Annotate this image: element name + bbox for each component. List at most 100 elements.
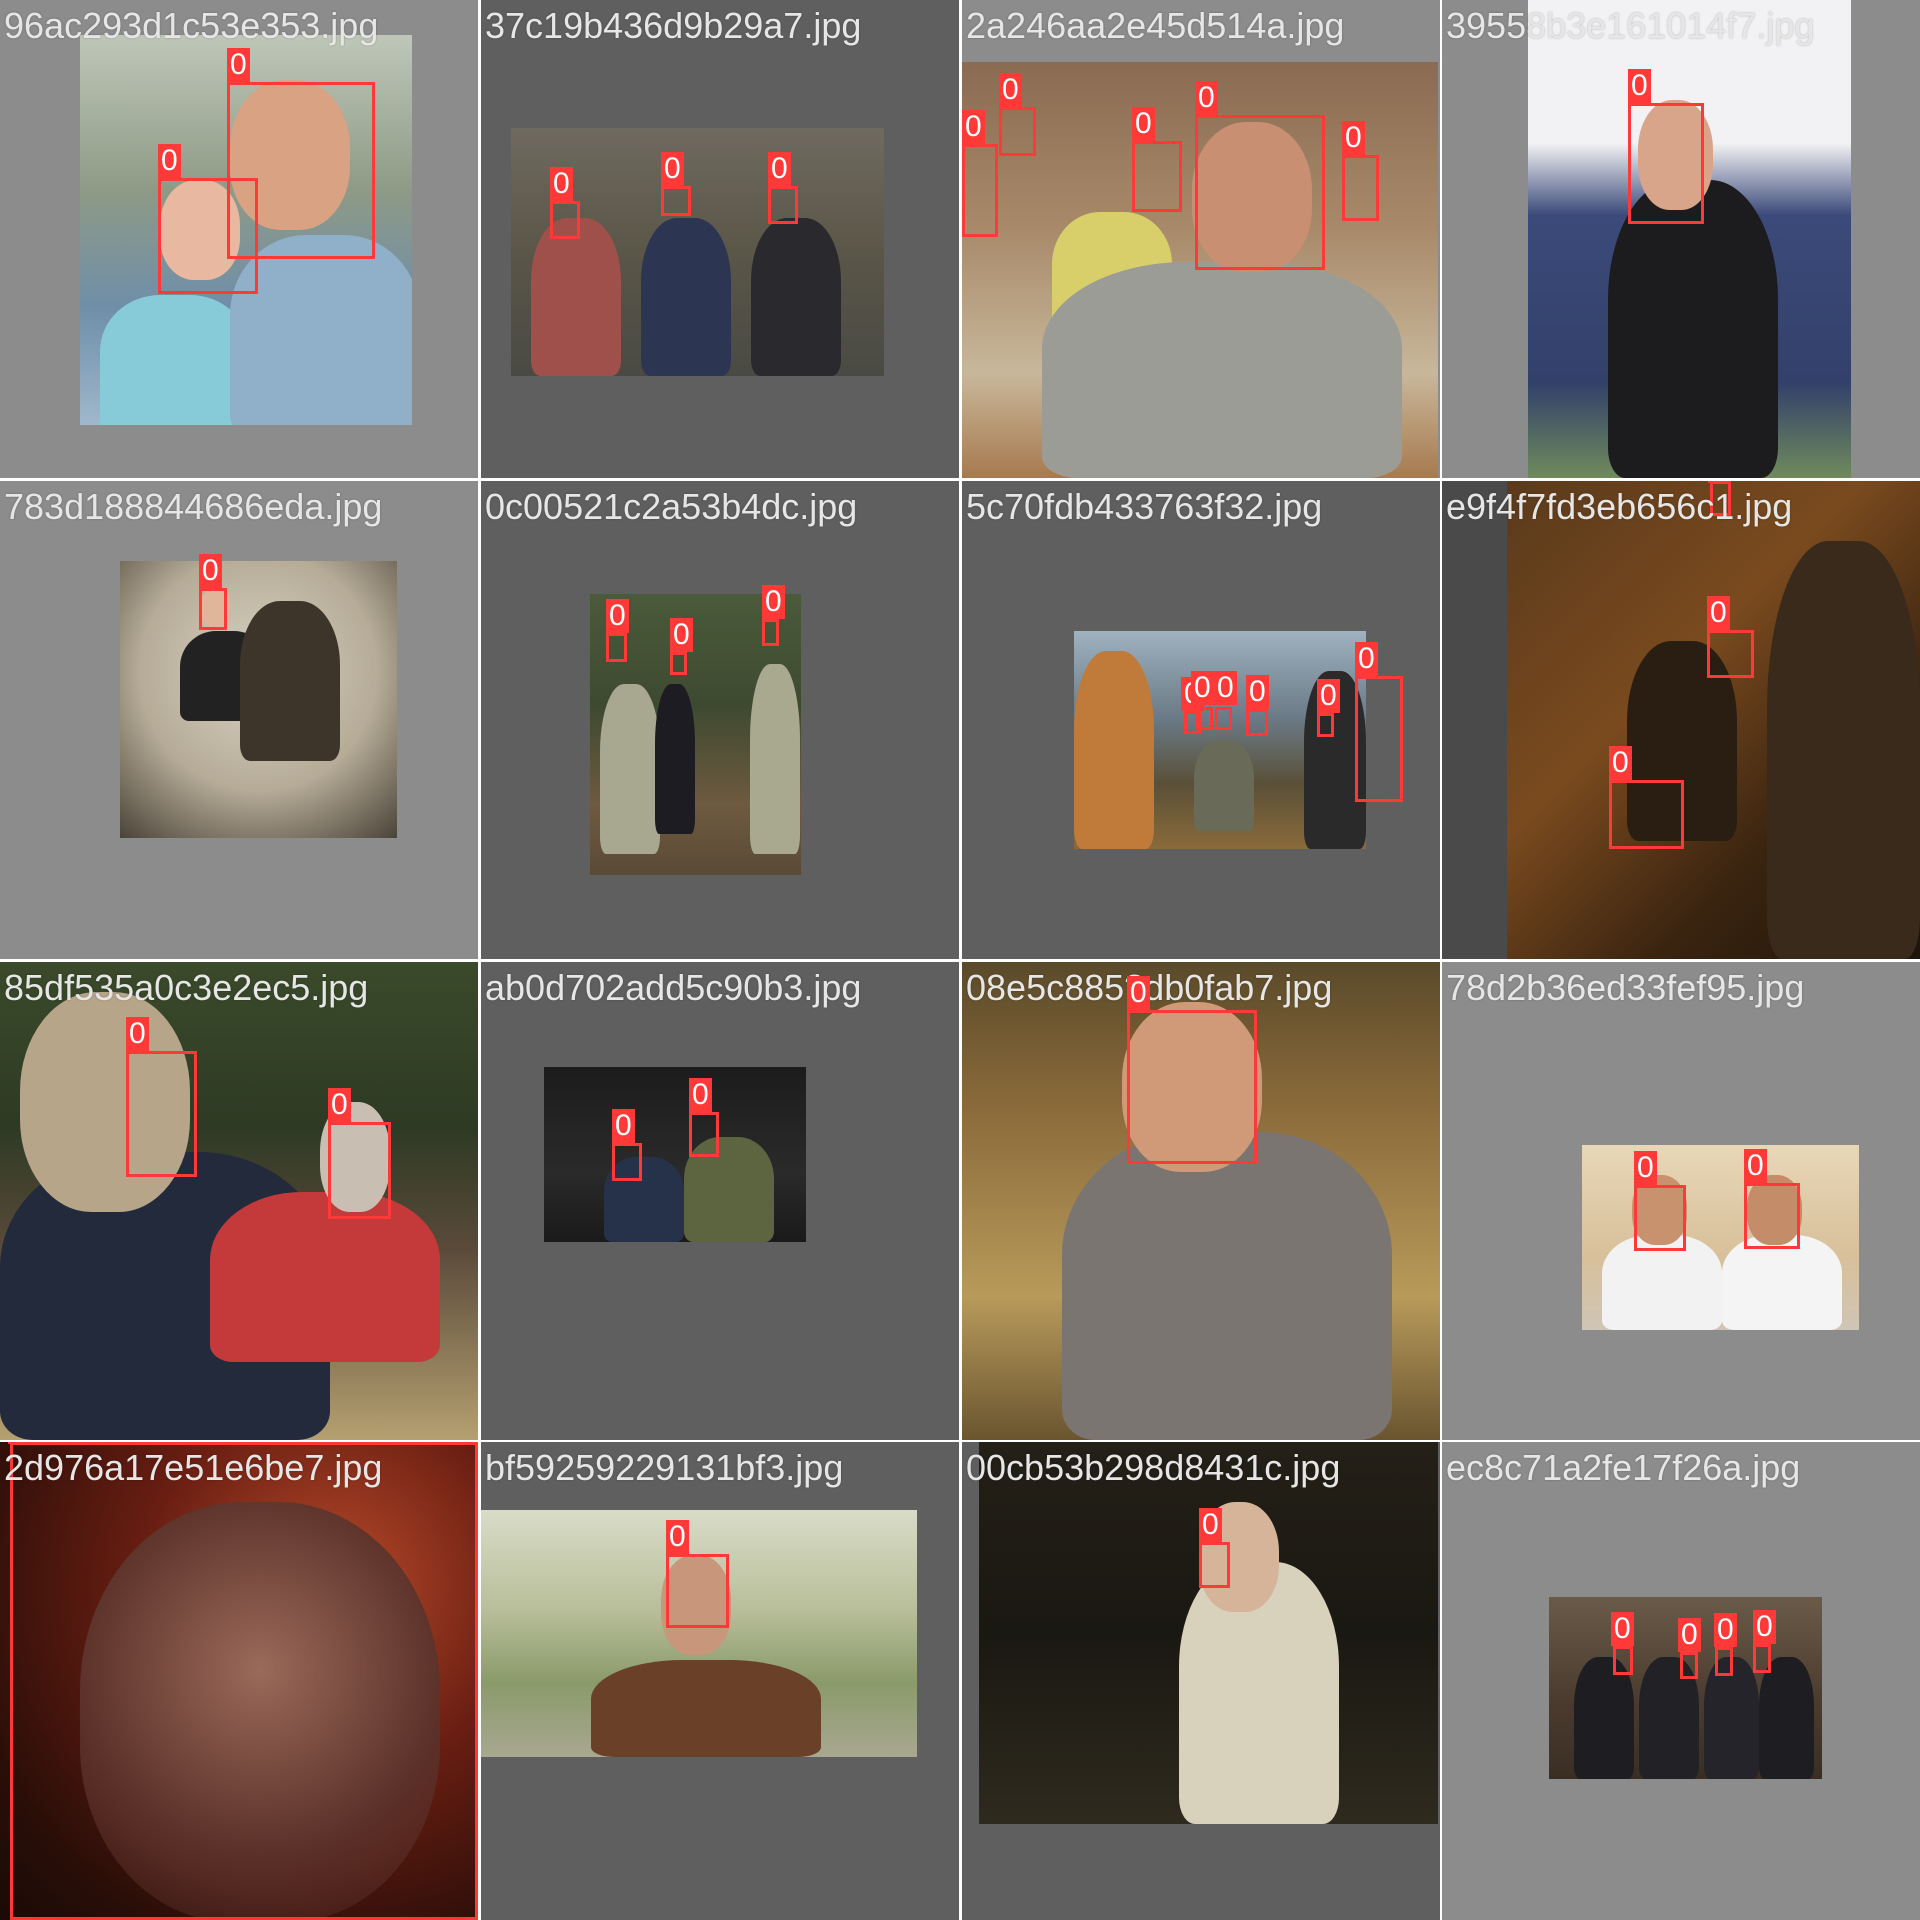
tile-filename: 2a246aa2e45d514a.jpg — [966, 5, 1345, 46]
detection-box — [1680, 1652, 1698, 1679]
detection-box — [1715, 1647, 1733, 1676]
detection-box — [1613, 1646, 1633, 1675]
image-tile[interactable]: 0 783d188844686eda.jpg — [0, 481, 478, 959]
tile-filename: ab0d702add5c90b3.jpg — [485, 967, 862, 1008]
detection-label: 0 — [1707, 596, 1730, 630]
detection-label: 0 — [1609, 746, 1632, 780]
detection-box — [1342, 155, 1379, 221]
detection-box — [689, 1112, 719, 1157]
detection-label: 0 — [1132, 107, 1155, 141]
image-tile[interactable]: 0 00cb53b298d8431c.jpg — [962, 1442, 1440, 1920]
image-tile[interactable]: 0 0 0 0 0 2a246aa2e45d514a.jpg — [962, 0, 1440, 478]
detection-label: 0 — [768, 152, 791, 186]
image-tile[interactable]: 0 bf59259229131bf3.jpg — [481, 1442, 959, 1920]
detection-label: 0 — [1753, 1610, 1776, 1644]
image-tile[interactable]: 0 0 0 37c19b436d9b29a7.jpg — [481, 0, 959, 478]
detection-label: 0 — [1611, 1612, 1634, 1646]
detection-box — [962, 144, 998, 237]
tile-filename: 78d2b36ed33fef95.jpg — [1446, 967, 1805, 1008]
detection-label: 0 — [1634, 1151, 1657, 1185]
detection-box — [1634, 1185, 1686, 1251]
detection-box — [768, 186, 798, 224]
detection-label: 0 — [1628, 69, 1651, 103]
tile-filename: 5c70fdb433763f32.jpg — [966, 486, 1323, 527]
detection-box — [1199, 1542, 1230, 1588]
detection-label: 0 — [1714, 1613, 1737, 1647]
detection-box — [762, 619, 779, 646]
image-tile[interactable]: 0 0 ab0d702add5c90b3.jpg — [481, 962, 959, 1440]
tile-filename: 96ac293d1c53e353.jpg — [4, 5, 379, 46]
detection-box — [1753, 1644, 1771, 1673]
detection-label: 0 — [158, 144, 181, 178]
detection-box — [1744, 1183, 1800, 1249]
detection-box — [606, 633, 627, 662]
detection-box — [158, 178, 258, 294]
detection-label: 0 — [227, 48, 250, 82]
tile-filename: 2d976a17e51e6be7.jpg — [4, 1447, 383, 1488]
detection-box — [1707, 630, 1754, 678]
tile-filename: 0c00521c2a53b4dc.jpg — [485, 486, 858, 527]
detection-box — [666, 1554, 729, 1628]
detection-box — [10, 1442, 478, 1920]
image-tile[interactable]: 0 0 0 0c00521c2a53b4dc.jpg — [481, 481, 959, 959]
detection-label: 0 — [1678, 1618, 1701, 1652]
image-tile[interactable]: 0 0 0 e9f4f7fd3eb656c1.jpg — [1442, 481, 1920, 959]
detection-box — [612, 1143, 642, 1181]
tile-filename: 783d188844686eda.jpg — [4, 486, 383, 527]
detection-box — [1609, 780, 1684, 849]
detection-box — [670, 652, 687, 675]
detection-label: 0 — [1246, 675, 1269, 709]
tile-filename: 85df535a0c3e2ec5.jpg — [4, 967, 369, 1008]
detection-label: 0 — [1744, 1149, 1767, 1183]
photo — [544, 1067, 806, 1242]
tile-filename: ec8c71a2fe17f26a.jpg — [1446, 1447, 1801, 1488]
detection-box — [1132, 141, 1182, 212]
detection-label: 0 — [612, 1109, 635, 1143]
photo — [979, 1442, 1438, 1824]
detection-label: 0 — [1191, 671, 1214, 705]
detection-box — [1215, 707, 1232, 730]
detection-box — [328, 1122, 391, 1219]
detection-label: 0 — [670, 618, 693, 652]
tile-filename: 39558b3e161014f7.jpg — [1446, 5, 1815, 46]
photo — [120, 561, 397, 838]
tile-filename: 00cb53b298d8431c.jpg — [966, 1447, 1341, 1488]
detection-label: 0 — [1127, 976, 1150, 1010]
detection-label: 0 — [1342, 121, 1365, 155]
detection-label: 0 — [8, 1442, 31, 1444]
detection-box — [126, 1051, 197, 1177]
detection-label: 0 — [1195, 81, 1218, 115]
tile-filename: e9f4f7fd3eb656c1.jpg — [1446, 486, 1793, 527]
detection-label: 0 — [550, 167, 573, 201]
photo — [1528, 0, 1851, 478]
detection-label: 0 — [328, 1088, 351, 1122]
image-tile[interactable]: 0 39558b3e161014f7.jpg — [1442, 0, 1920, 478]
detection-label: 0 — [1355, 642, 1378, 676]
photo — [0, 962, 478, 1440]
tile-filename: 37c19b436d9b29a7.jpg — [485, 5, 862, 46]
detection-box — [999, 107, 1036, 156]
detection-label: 0 — [1708, 481, 1731, 483]
image-tile[interactable]: 0 0 0 0 0 0 5c70fdb433763f32.jpg — [962, 481, 1440, 959]
detection-label: 0 — [1214, 671, 1237, 705]
detection-box — [661, 186, 691, 216]
detection-label: 0 — [199, 554, 222, 588]
image-tile[interactable]: 0 0 96ac293d1c53e353.jpg — [0, 0, 478, 478]
detection-box — [1317, 713, 1334, 737]
detection-box — [1127, 1010, 1257, 1164]
detection-box — [1246, 709, 1268, 736]
photo — [1074, 631, 1366, 849]
mosaic-grid: 0 0 96ac293d1c53e353.jpg 0 0 0 37c19b436… — [0, 0, 1920, 1920]
detection-label: 0 — [661, 152, 684, 186]
detection-label: 0 — [126, 1017, 149, 1051]
photo — [1507, 481, 1920, 959]
detection-label: 0 — [1199, 1508, 1222, 1542]
image-tile[interactable]: 0 2d976a17e51e6be7.jpg — [0, 1442, 478, 1920]
image-tile[interactable]: 0 0 85df535a0c3e2ec5.jpg — [0, 962, 478, 1440]
detection-label: 0 — [689, 1078, 712, 1112]
image-tile[interactable]: 0 08e5c885?db0fab7.jpg — [962, 962, 1440, 1440]
image-tile[interactable]: 0 0 0 0 ec8c71a2fe17f26a.jpg — [1442, 1442, 1920, 1920]
detection-label: 0 — [999, 73, 1022, 107]
image-tile[interactable]: 0 0 78d2b36ed33fef95.jpg — [1442, 962, 1920, 1440]
detection-box — [199, 588, 227, 630]
